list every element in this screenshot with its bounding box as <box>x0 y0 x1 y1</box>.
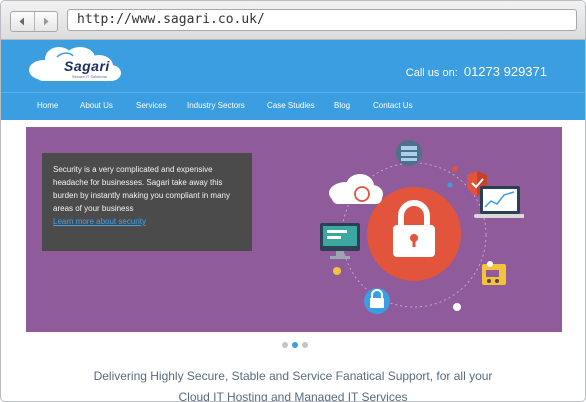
browser-toolbar: http://www.sagari.co.uk/ <box>1 1 585 40</box>
slider-dot-3[interactable] <box>302 342 308 348</box>
site-tagline: Delivering Highly Secure, Stable and Ser… <box>1 366 585 402</box>
slider-dot-1[interactable] <box>282 342 288 348</box>
logo-tagline: Secure IT Solutions <box>72 74 107 79</box>
cart-icon <box>482 264 506 285</box>
security-illustration <box>320 140 524 314</box>
logo-wordmark: Sagari <box>64 58 110 74</box>
slider-pagination <box>282 342 308 348</box>
learn-more-link[interactable]: Learn more about security <box>53 215 241 228</box>
nav-case-studies[interactable]: Case Studies <box>267 101 315 110</box>
call-us: Call us on: 01273 929371 <box>406 64 547 79</box>
phone-number[interactable]: 01273 929371 <box>464 64 547 79</box>
nav-services[interactable]: Services <box>136 101 167 110</box>
chevron-right-icon <box>43 17 49 26</box>
chevron-left-icon <box>19 17 25 26</box>
orbit-dot <box>453 303 461 311</box>
forward-button[interactable] <box>33 12 58 31</box>
logo[interactable]: Sagari Secure IT Solutions <box>26 45 122 83</box>
tagline-line-1: Delivering Highly Secure, Stable and Ser… <box>93 369 493 383</box>
browser-window: http://www.sagari.co.uk/ Sagari Secure I… <box>0 0 586 402</box>
slide-caption: Security is a very complicated and expen… <box>42 153 252 251</box>
small-lock-icon <box>364 288 390 314</box>
monitor-icon <box>320 223 360 259</box>
nav-home[interactable]: Home <box>37 101 58 110</box>
orbit-dot <box>447 182 453 188</box>
address-bar[interactable]: http://www.sagari.co.uk/ <box>67 9 577 31</box>
main-nav: Home About Us Services Industry Sectors … <box>1 92 585 120</box>
slide-body: Security is a very complicated and expen… <box>53 165 230 213</box>
nav-blog[interactable]: Blog <box>334 101 350 110</box>
slider-dot-2[interactable] <box>292 342 298 348</box>
nav-contact-us[interactable]: Contact Us <box>373 101 413 110</box>
hero-slide: Security is a very complicated and expen… <box>26 127 562 332</box>
orbit-dot <box>333 267 341 275</box>
nav-industry-sectors[interactable]: Industry Sectors <box>187 101 245 110</box>
orbit-dot <box>452 166 458 172</box>
history-buttons <box>10 11 58 32</box>
nav-about-us[interactable]: About Us <box>80 101 113 110</box>
call-label: Call us on: <box>405 67 458 79</box>
site-header: Sagari Secure IT Solutions Call us on: 0… <box>1 40 585 92</box>
cloud-icon <box>329 174 383 204</box>
laptop-chart-icon <box>474 186 524 218</box>
orbit-dot <box>487 261 493 267</box>
tagline-line-2: Cloud IT Hosting and Managed IT Services <box>178 390 408 402</box>
server-icon <box>396 140 422 166</box>
back-button[interactable] <box>11 12 34 31</box>
